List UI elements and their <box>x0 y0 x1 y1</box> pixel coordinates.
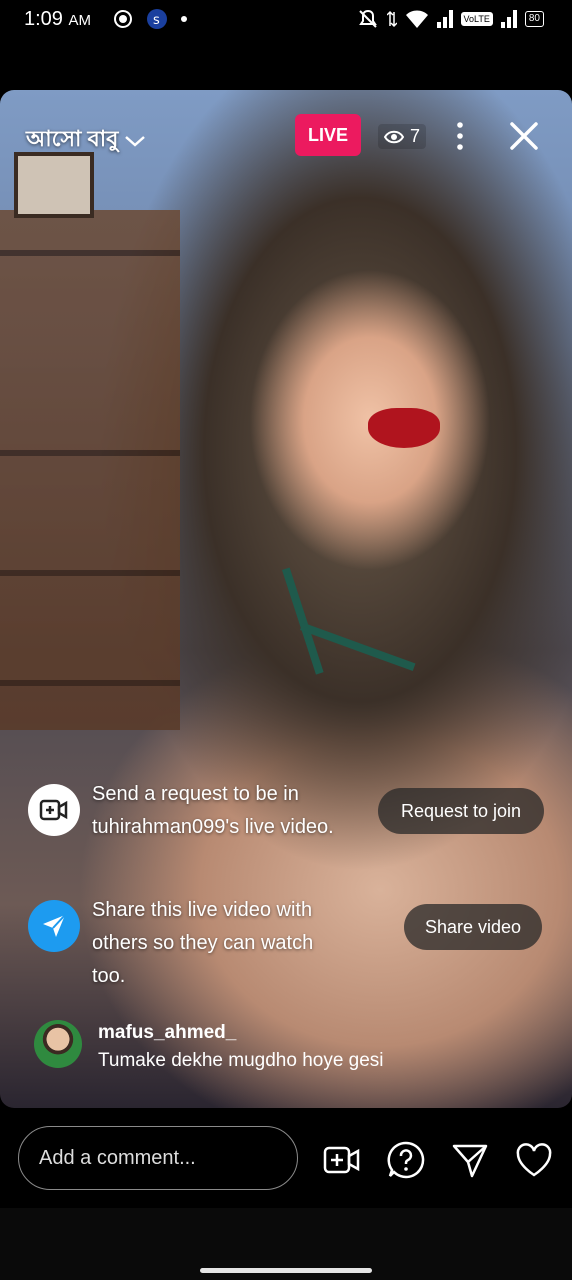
share-icon-circle <box>28 900 80 952</box>
chevron-down-icon <box>125 135 146 147</box>
status-right-icons: VoLTE 80 <box>357 8 544 30</box>
question-icon[interactable] <box>386 1140 426 1180</box>
clock-time: 1:09 <box>24 8 63 30</box>
heart-icon[interactable] <box>514 1140 554 1180</box>
battery-indicator: 80 <box>524 11 544 27</box>
join-icon-circle <box>28 784 80 836</box>
close-icon[interactable] <box>506 118 542 154</box>
share-text: Share this live video with others so the… <box>92 899 314 987</box>
volte-badge: VoLTE <box>460 12 493 26</box>
viewer-count-value: 7 <box>410 126 421 146</box>
share-row: Share this live video with others so the… <box>28 899 548 1000</box>
comment-username[interactable]: mafus_ahmed_ <box>98 1022 236 1044</box>
clock-ampm: AM <box>68 12 92 29</box>
broadcaster-name: আসো বাবু <box>26 126 119 151</box>
app-icon: s <box>147 9 167 29</box>
background-shelf <box>0 210 180 730</box>
send-icon <box>43 914 66 937</box>
dot-icon <box>181 16 187 22</box>
record-icon <box>114 10 132 28</box>
status-left-icons: s <box>112 8 188 30</box>
more-options-icon[interactable] <box>448 120 472 152</box>
shelf-board <box>0 680 180 686</box>
live-header: আসো বাবু LIVE 7 <box>0 90 572 180</box>
share-video-button[interactable]: Share video <box>404 904 542 950</box>
svg-text:s: s <box>153 13 160 28</box>
comment-text: Tumake dekhe mugdho hoye gesi <box>98 1050 384 1071</box>
comment-item: mafus_ahmed_ Tumake dekhe mugdho hoye ge… <box>34 1020 554 1080</box>
status-bar: 1:09 AM s VoLTE 80 <box>0 0 572 38</box>
send-icon[interactable] <box>450 1140 490 1180</box>
add-video-icon <box>39 799 68 821</box>
status-time: 1:09 AM <box>24 8 91 31</box>
broadcaster-name-button[interactable]: আসো বাবু <box>26 122 146 159</box>
data-arrows-icon <box>386 10 397 28</box>
live-badge: LIVE <box>295 114 361 156</box>
join-request-text: Send a request to be in tuhirahman099's … <box>92 783 334 838</box>
add-video-icon[interactable] <box>322 1140 362 1180</box>
bottom-action-bar: Add a comment... <box>0 1108 572 1208</box>
shelf-board <box>0 250 180 256</box>
eye-icon <box>384 130 404 143</box>
avatar[interactable] <box>34 1020 82 1068</box>
request-to-join-button[interactable]: Request to join <box>378 788 544 834</box>
join-request-row: Send a request to be in tuhirahman099's … <box>28 783 548 884</box>
video-subject <box>368 408 440 448</box>
system-navigation <box>0 1208 572 1280</box>
home-indicator[interactable] <box>200 1268 372 1273</box>
comment-input[interactable]: Add a comment... <box>18 1126 298 1190</box>
signal-icon-2 <box>500 10 517 28</box>
mute-icon <box>358 9 377 28</box>
wifi-icon <box>405 10 428 28</box>
signal-icon <box>436 10 453 28</box>
shelf-board <box>0 450 180 456</box>
shelf-board <box>0 570 180 576</box>
viewer-count[interactable]: 7 <box>378 124 427 149</box>
video-detail <box>282 567 324 675</box>
